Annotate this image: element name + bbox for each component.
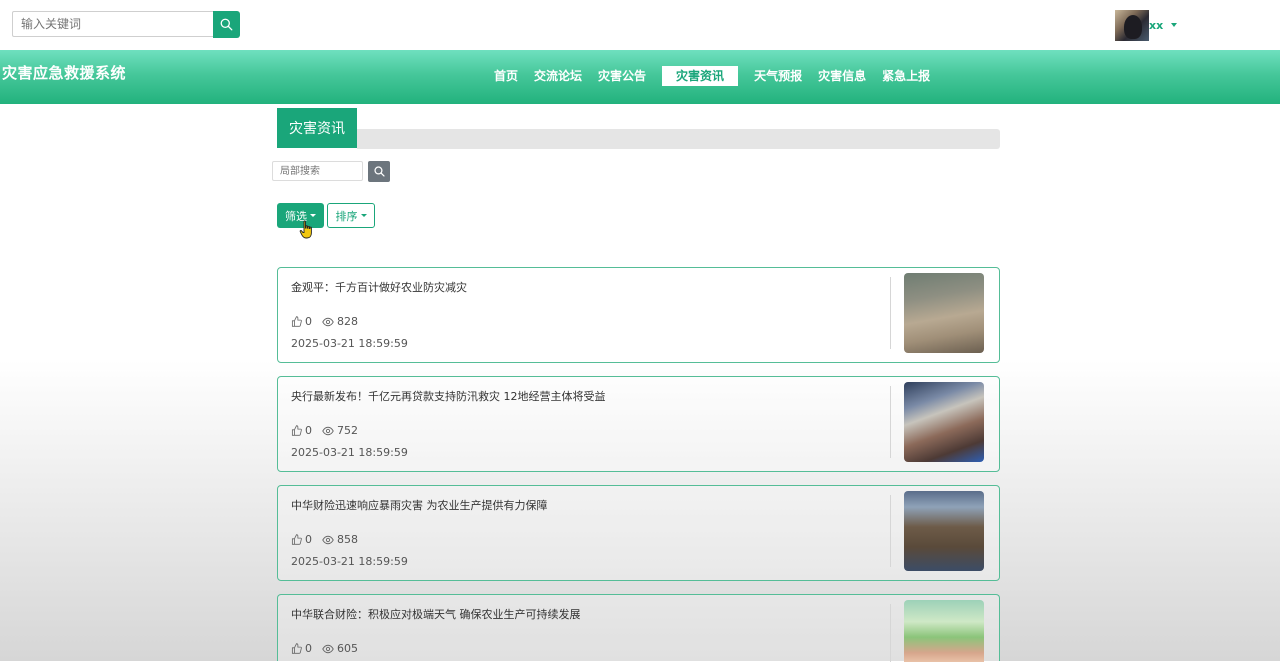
article-title[interactable]: 中华财险迅速响应暴雨灾害 为农业生产提供有力保障 — [291, 497, 548, 513]
like-count-value: 0 — [305, 315, 312, 328]
nav-item-emergency-report[interactable]: 紧急上报 — [874, 66, 938, 86]
search-icon — [220, 18, 233, 31]
local-search-button[interactable] — [368, 161, 390, 182]
chevron-down-icon — [310, 214, 316, 217]
article-stats: 0 605 — [291, 642, 368, 655]
nav-item-disaster-notice[interactable]: 灾害公告 — [590, 66, 654, 86]
thumbs-up-icon — [291, 534, 302, 545]
like-count[interactable]: 0 — [291, 642, 312, 655]
nav-item-disaster-news[interactable]: 灾害资讯 — [662, 66, 739, 86]
chevron-down-icon[interactable] — [1171, 23, 1177, 27]
view-count-value: 605 — [337, 642, 358, 655]
like-count[interactable]: 0 — [291, 424, 312, 437]
card-divider — [890, 604, 891, 662]
article-card[interactable]: 央行最新发布！千亿元再贷款支持防汛救灾 12地经营主体将受益 0 752 202… — [277, 376, 1000, 472]
view-count-value: 858 — [337, 533, 358, 546]
nav-item-weather[interactable]: 天气预报 — [746, 66, 810, 86]
view-count: 605 — [322, 642, 358, 655]
article-card[interactable]: 中华财险迅速响应暴雨灾害 为农业生产提供有力保障 0 858 2025-03-2… — [277, 485, 1000, 581]
view-count: 752 — [322, 424, 358, 437]
like-count-value: 0 — [305, 642, 312, 655]
article-thumbnail[interactable] — [904, 491, 984, 571]
like-count[interactable]: 0 — [291, 315, 312, 328]
main-navbar: 灾害应急救援系统 首页 交流论坛 灾害公告 灾害资讯 天气预报 灾害信息 紧急上… — [0, 50, 1280, 104]
card-divider — [890, 277, 891, 349]
eye-icon — [322, 426, 334, 435]
search-button[interactable] — [213, 11, 240, 38]
thumbs-up-icon — [291, 643, 302, 654]
article-date: 2025-03-21 18:59:59 — [291, 446, 408, 459]
section-title: 灾害资讯 — [277, 108, 357, 148]
view-count: 828 — [322, 315, 358, 328]
article-thumbnail[interactable] — [904, 600, 984, 662]
sort-label: 排序 — [335, 209, 358, 223]
nav-item-forum[interactable]: 交流论坛 — [526, 66, 590, 86]
like-count-value: 0 — [305, 424, 312, 437]
article-thumbnail[interactable] — [904, 273, 984, 353]
view-count-value: 828 — [337, 315, 358, 328]
article-title[interactable]: 央行最新发布！千亿元再贷款支持防汛救灾 12地经营主体将受益 — [291, 388, 606, 404]
article-card[interactable]: 中华联合财险：积极应对极端天气 确保农业生产可持续发展 0 605 — [277, 594, 1000, 662]
view-count-value: 752 — [337, 424, 358, 437]
article-stats: 0 858 — [291, 533, 368, 546]
article-stats: 0 752 — [291, 424, 368, 437]
like-count-value: 0 — [305, 533, 312, 546]
nav-item-disaster-info[interactable]: 灾害信息 — [810, 66, 874, 86]
site-brand[interactable]: 灾害应急救援系统 — [2, 62, 126, 83]
thumbs-up-icon — [291, 425, 302, 436]
thumbs-up-icon — [291, 316, 302, 327]
top-bar: xx — [0, 0, 1280, 50]
article-title[interactable]: 金观平：千方百计做好农业防灾减灾 — [291, 279, 467, 295]
search-icon — [373, 166, 385, 177]
article-date: 2025-03-21 18:59:59 — [291, 555, 408, 568]
username-label[interactable]: xx — [1149, 19, 1163, 32]
chevron-down-icon — [360, 214, 367, 217]
local-search-input[interactable] — [272, 161, 363, 181]
article-stats: 0 828 — [291, 315, 368, 328]
eye-icon — [322, 317, 334, 326]
like-count[interactable]: 0 — [291, 533, 312, 546]
article-thumbnail[interactable] — [904, 382, 984, 462]
article-date: 2025-03-21 18:59:59 — [291, 337, 408, 350]
card-divider — [890, 386, 891, 458]
article-title[interactable]: 中华联合财险：积极应对极端天气 确保农业生产可持续发展 — [291, 606, 581, 622]
user-avatar[interactable] — [1115, 10, 1149, 41]
view-count: 858 — [322, 533, 358, 546]
eye-icon — [322, 644, 334, 653]
card-divider — [890, 495, 891, 567]
article-card[interactable]: 金观平：千方百计做好农业防灾减灾 0 828 2025-03-21 18:59:… — [277, 267, 1000, 363]
eye-icon — [322, 535, 334, 544]
sort-dropdown-button[interactable]: 排序 — [327, 203, 375, 228]
nav-menu: 首页 交流论坛 灾害公告 灾害资讯 天气预报 灾害信息 紧急上报 — [486, 66, 938, 86]
hand-cursor-icon — [299, 220, 312, 239]
section-header-bar — [357, 129, 1000, 149]
nav-item-home[interactable]: 首页 — [486, 66, 526, 86]
search-input[interactable] — [12, 11, 214, 37]
